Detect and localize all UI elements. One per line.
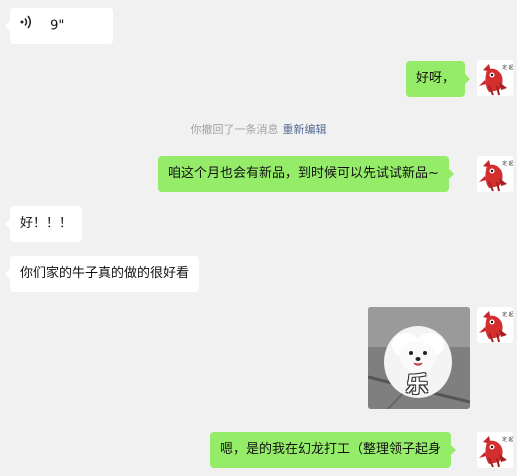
- message-text: 好！！！: [20, 216, 73, 231]
- message-bubble-incoming[interactable]: 好！！！: [4, 206, 83, 242]
- red-dragon-avatar-icon: 定 起: [477, 60, 513, 96]
- message-bubble-outgoing[interactable]: 嗯，是的我在幻龙打工（整理领子起身: [210, 432, 457, 468]
- message-text: 好呀，: [416, 71, 456, 86]
- red-dragon-avatar-icon: 定 起: [477, 432, 513, 468]
- voice-message-bubble[interactable]: 9": [5, 8, 113, 44]
- avatar[interactable]: 定 起: [477, 156, 513, 192]
- voice-duration: 9": [50, 18, 65, 34]
- avatar[interactable]: 定 起: [477, 307, 513, 343]
- message-bubble-outgoing[interactable]: 好呀，: [406, 61, 471, 97]
- message-bubble-incoming[interactable]: 你们家的牛子真的做的很好看: [4, 256, 200, 292]
- avatar[interactable]: 定 起: [477, 432, 513, 468]
- reedit-link[interactable]: 重新编辑: [283, 123, 327, 136]
- sticker-caption: 乐: [406, 373, 429, 398]
- svg-text:定 起: 定 起: [502, 160, 513, 167]
- red-dragon-avatar-icon: 定 起: [477, 156, 513, 192]
- message-text: 嗯，是的我在幻龙打工（整理领子起身: [220, 442, 442, 457]
- svg-text:定 起: 定 起: [502, 436, 513, 443]
- message-bubble-outgoing[interactable]: 咱这个月也会有新品，到时候可以先试试新品~: [158, 156, 454, 192]
- recall-notice: 你撤回了一条消息 重新编辑: [0, 121, 517, 137]
- voice-wave-icon: [20, 8, 32, 44]
- avatar[interactable]: 定 起: [477, 60, 513, 96]
- sticker-image[interactable]: 乐: [368, 307, 470, 409]
- message-text: 咱这个月也会有新品，到时候可以先试试新品~: [168, 166, 439, 181]
- svg-text:定 起: 定 起: [502, 311, 513, 318]
- svg-text:定 起: 定 起: [502, 64, 513, 71]
- red-dragon-avatar-icon: 定 起: [477, 307, 513, 343]
- message-text: 你们家的牛子真的做的很好看: [20, 266, 190, 281]
- recall-text: 你撤回了一条消息: [190, 123, 279, 136]
